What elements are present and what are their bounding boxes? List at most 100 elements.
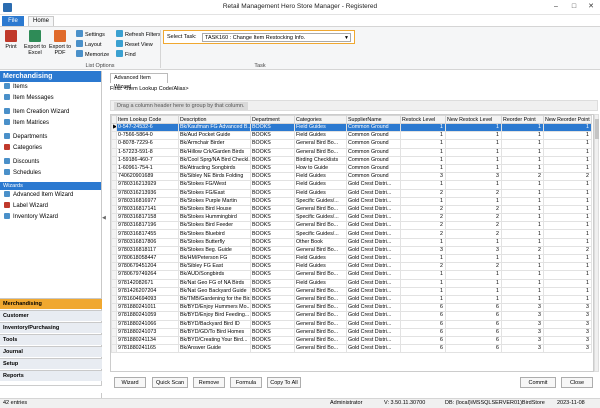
table-row[interactable]: 9781426207204 Bk/Nat Geo Backyard Guide BO… [111, 286, 592, 296]
print-button[interactable]: Print [2, 30, 20, 50]
table-cell[interactable]: 2 [445, 213, 502, 223]
table-row[interactable]: 9780316817806 Bk/Stokes Butterfly BOOKS Oth… [111, 237, 592, 247]
table-row[interactable]: 9780679749264 Bk/AUD/Songbirds BOOKS Genera… [111, 270, 592, 280]
table-cell[interactable]: 1 [445, 122, 502, 133]
table-row[interactable]: 9780316817158 Bk/Stokes Hummingbird BOOKS S… [111, 213, 592, 223]
table-row[interactable]: 1-60961-754-1 Bk/Attracting Songbirds BOOK… [111, 163, 592, 174]
table-row[interactable]: 1-57223-591-8 Bk/Hillow Crk/Garden Birds B… [111, 147, 592, 157]
sidebar-item-discounts[interactable]: Discounts [0, 157, 101, 168]
table-row[interactable]: 9781880241011 Bk/BYD/Enjoy Hummers Mo... B… [111, 303, 592, 313]
sidebar-item-item-messages[interactable]: Item Messages [0, 93, 101, 104]
table-row[interactable]: 9780316817141 Bk/Stokes Bird House BOOKS Ge… [111, 204, 592, 215]
sidebar-scroll-controls[interactable] [0, 385, 102, 393]
table-cell[interactable]: 1 [543, 139, 592, 149]
table-row[interactable]: 9780618058447 Bk/HM/Peterson FG BOOKS Field… [111, 253, 592, 264]
table-row[interactable]: ▶0-547-24532-6Bk/Kaufman FG Advanced B..… [111, 122, 592, 133]
close-button[interactable]: Close [561, 377, 593, 388]
table-cell[interactable]: 1 [543, 131, 592, 141]
table-cell[interactable]: 6 [445, 335, 502, 346]
table-cell[interactable]: 2 [445, 188, 502, 198]
sidebar-item-label-wizard[interactable]: Label Wizard [0, 201, 101, 212]
table-cell[interactable]: 1 [445, 180, 502, 190]
table-cell[interactable]: 6 [445, 319, 502, 329]
table-row[interactable]: 9780679451204 Bk/Sibley FG East BOOKS Field… [111, 262, 592, 272]
column-header[interactable]: Restock Level [400, 115, 446, 124]
table-cell[interactable]: 2 [543, 245, 592, 256]
find-button[interactable]: Find [116, 50, 136, 59]
table-row[interactable]: 9780316818117 Bk/Stokes Beg. Guide BOOKS Ge… [111, 245, 592, 256]
table-row[interactable]: 9781880241134 Bk/BYD/Creating Your Bird..… [111, 335, 592, 346]
table-cell[interactable]: 3 [543, 303, 592, 313]
table-cell[interactable]: 1 [543, 122, 592, 133]
table-cell[interactable]: 2 [543, 172, 592, 182]
table-cell[interactable]: 2 [445, 262, 502, 272]
table-cell[interactable]: 1 [543, 294, 592, 305]
table-cell[interactable]: 1 [445, 139, 502, 149]
tab-advanced-item-wizard[interactable]: Advanced Item Wizard [110, 73, 168, 90]
table-cell[interactable]: 1 [543, 180, 592, 190]
table-row[interactable]: 1-59186-460-7 Bk/Cool Sprg/NA Bird Checkl… [111, 155, 592, 165]
sidebar-item-item-matrices[interactable]: Item Matrices [0, 118, 101, 129]
table-cell[interactable]: 3 [543, 344, 592, 354]
table-row[interactable]: 9780316213929 Bk/Stokes FG/West BOOKS Field… [111, 180, 592, 190]
task-select[interactable]: TASK160 : Change Item Restocking Info. ▼ [202, 33, 351, 42]
table-cell[interactable]: 3 [543, 327, 592, 337]
grid-scrollbar[interactable] [594, 114, 599, 372]
table-cell[interactable]: 1 [543, 262, 592, 272]
table-cell[interactable]: 6 [445, 327, 502, 337]
table-cell[interactable]: 1 [543, 204, 592, 215]
reset-view-button[interactable]: Reset View [116, 40, 153, 49]
table-cell[interactable]: 1 [445, 131, 502, 141]
column-header[interactable]: New Reorder Point [543, 115, 592, 124]
table-cell[interactable]: 6 [445, 344, 502, 354]
minimize-icon[interactable]: – [548, 1, 564, 13]
formula-button[interactable]: Formula [230, 377, 262, 388]
table-row[interactable]: 9781880241073 Bk/BYD/GD/To Bird Homes BOOK… [111, 327, 592, 337]
nav-inventory-purchasing[interactable]: Inventory/Purchasing [0, 322, 102, 333]
table-row[interactable]: 9780316816977 Bk/Stokes Purple Martin BOOK… [111, 196, 592, 206]
export-pdf-button[interactable]: Export to PDF [49, 30, 71, 56]
nav-customer[interactable]: Customer [0, 310, 102, 321]
layout-button[interactable]: Layout [76, 40, 102, 49]
table-cell[interactable]: 1 [543, 286, 592, 296]
remove-button[interactable]: Remove [193, 377, 225, 388]
table-row[interactable]: 9780316213936 Bk/Stokes FG/East BOOKS Field… [111, 188, 592, 198]
table-cell[interactable]: 1 [445, 196, 502, 206]
column-header[interactable]: SupplierName [346, 115, 401, 124]
table-cell[interactable]: 1 [543, 155, 592, 165]
scrollbar-thumb[interactable] [595, 119, 599, 139]
nav-merchandising[interactable]: Merchandising [0, 298, 102, 309]
maximize-icon[interactable]: □ [566, 1, 582, 13]
copy-to-all-button[interactable]: Copy To All [267, 377, 301, 388]
table-cell[interactable]: 1 [543, 270, 592, 280]
memorize-button[interactable]: Memorize [76, 50, 109, 59]
refresh-filters-button[interactable]: Refresh Filters [116, 30, 161, 39]
settings-button[interactable]: Settings [76, 30, 105, 39]
table-row[interactable]: 9781604694093 Bk/TMB/Gardening for the Bi… [111, 294, 592, 305]
table-cell[interactable]: 1 [445, 286, 502, 296]
table-cell[interactable]: 1 [445, 155, 502, 165]
sidebar-item-advanced-item-wizard[interactable]: Advanced Item Wizard [0, 190, 101, 201]
table-cell[interactable]: 1 [543, 196, 592, 206]
column-header[interactable]: Categories [294, 115, 347, 124]
sidebar-item-item-creation-wizard[interactable]: Item Creation Wizard [0, 107, 101, 118]
table-cell[interactable]: 1 [445, 294, 502, 305]
sidebar-item-departments[interactable]: Departments [0, 132, 101, 143]
column-header[interactable]: Department [250, 115, 295, 124]
table-cell[interactable]: 1 [445, 278, 502, 288]
nav-tools[interactable]: Tools [0, 334, 102, 345]
table-row[interactable]: 0-7566-5864-0 Bk/Aud Pocket Guide BOOKS Fie… [111, 131, 592, 141]
table-cell[interactable]: 1 [543, 278, 592, 288]
table-cell[interactable]: 1 [543, 213, 592, 223]
table-row[interactable]: 9781880241165 Bk/Answer Guide BOOKS General… [111, 344, 592, 354]
table-row[interactable]: 740620901689 Bk/Sibley NE Birds Folding BO… [111, 172, 592, 182]
home-tab[interactable]: Home [28, 16, 54, 26]
table-cell[interactable]: 1 [543, 163, 592, 174]
table-cell[interactable]: 2 [445, 204, 502, 215]
close-icon[interactable]: ✕ [583, 1, 599, 13]
sidebar-item-inventory-wizard[interactable]: Inventory Wizard [0, 212, 101, 223]
nav-setup[interactable]: Setup [0, 358, 102, 369]
table-cell[interactable]: 1 [543, 229, 592, 239]
table-cell[interactable]: 1 [445, 253, 502, 264]
find-field[interactable]: Find: <Item Lookup Code/Alias> [110, 86, 189, 92]
